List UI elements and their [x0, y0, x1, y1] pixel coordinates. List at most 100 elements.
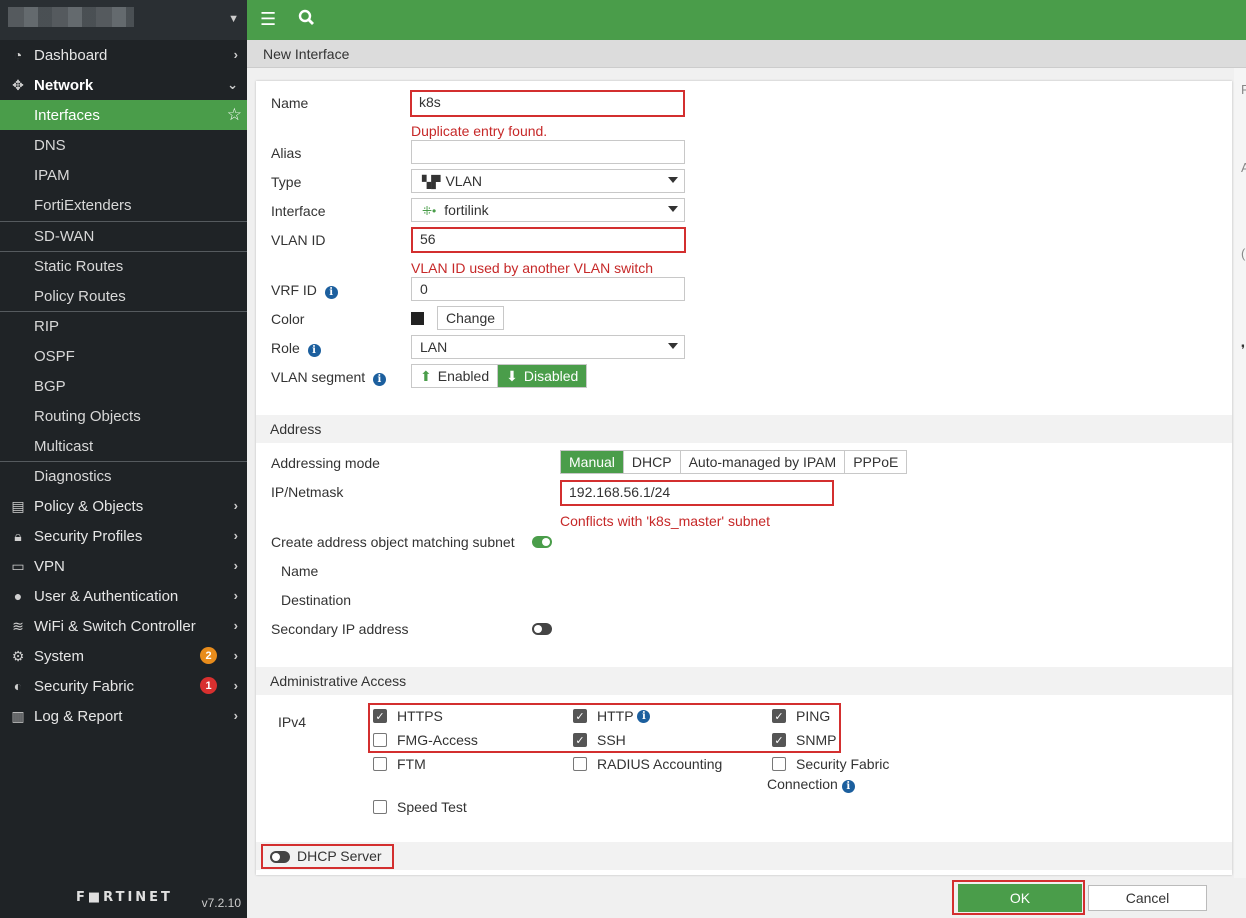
chevron-down-icon: ⌄ [227, 77, 238, 92]
mode-manual[interactable]: Manual [561, 451, 624, 473]
checkbox-checked-icon: ✓ [573, 709, 587, 723]
sidebar-item-user-auth[interactable]: ● User & Authentication › [0, 581, 247, 611]
sidebar-item-label: User & Authentication [34, 587, 179, 605]
sidebar-item-bgp[interactable]: BGP [0, 371, 247, 401]
sidebar: ▼ ◔ Dashboard › ✥ Network ⌄ Interfaces ☆… [0, 0, 247, 918]
sidebar-item-system[interactable]: ⚙ System 2 › [0, 641, 247, 671]
sidebar-item-vpn[interactable]: ▭ VPN › [0, 551, 247, 581]
info-icon[interactable]: i [372, 373, 386, 386]
checkbox-label: PING [796, 708, 831, 724]
sidebar-item-dns[interactable]: DNS [0, 130, 247, 160]
checkbox-speed-test[interactable]: Speed Test [373, 799, 467, 815]
checkbox-ftm[interactable]: FTM [373, 756, 426, 772]
checkbox-label: RADIUS Accounting [597, 756, 723, 772]
sidebar-item-diagnostics[interactable]: Diagnostics [0, 461, 247, 491]
sidebar-item-sdwan[interactable]: SD-WAN [0, 221, 247, 251]
star-icon[interactable]: ☆ [227, 105, 242, 125]
sidebar-item-routing-objects[interactable]: Routing Objects [0, 401, 247, 431]
search-icon[interactable] [298, 9, 315, 31]
sidebar-item-label: Multicast [34, 437, 94, 455]
dhcp-server-toggle[interactable] [270, 851, 290, 863]
checkbox-security-fabric[interactable]: Security Fabric [772, 756, 889, 772]
security-fabric-connection-label: Connection i [767, 776, 855, 793]
secondary-ip-toggle[interactable] [532, 623, 552, 635]
segment-enabled-label: Enabled [437, 368, 490, 384]
sidebar-item-ipam[interactable]: IPAM [0, 160, 247, 190]
checkbox-fmg-access[interactable]: FMG-Access [373, 732, 478, 748]
interface-value: fortilink [444, 202, 489, 218]
vlan-icon: ▚▛ [422, 175, 441, 189]
sidebar-item-policy-routes[interactable]: Policy Routes [0, 281, 247, 311]
address-name-label: Name [281, 563, 319, 579]
mode-ipam[interactable]: Auto-managed by IPAM [680, 451, 846, 473]
checkbox-radius[interactable]: RADIUS Accounting [573, 756, 722, 772]
checkbox-label: HTTPS [397, 708, 443, 724]
sidebar-item-fortiextenders[interactable]: FortiExtenders [0, 190, 247, 221]
addressing-mode-selector: Manual DHCP Auto-managed by IPAM PPPoE [560, 450, 908, 474]
checkbox-snmp[interactable]: ✓ SNMP [772, 732, 836, 748]
sidebar-item-label: Interfaces [34, 106, 100, 124]
color-label: Color [271, 311, 305, 327]
sidebar-item-label: RIP [34, 318, 60, 335]
vdom-selector[interactable]: ▼ [0, 0, 247, 40]
type-select[interactable]: ▚▛ VLAN [411, 169, 685, 193]
ip-netmask-field[interactable]: 192.168.56.1/24 [560, 480, 834, 506]
vlan-id-field[interactable]: 56 [411, 227, 686, 253]
arrow-down-circle-icon: ⬇ [506, 367, 518, 384]
alias-label: Alias [271, 145, 302, 161]
menu-icon[interactable]: ☰ [260, 9, 276, 30]
checkbox-ssh[interactable]: ✓ SSH [573, 732, 626, 748]
checkbox-checked-icon: ✓ [772, 733, 786, 747]
checkbox-checked-icon: ✓ [373, 709, 387, 723]
create-address-toggle[interactable] [532, 536, 552, 548]
name-field[interactable]: k8s [410, 90, 685, 117]
sidebar-item-security-fabric[interactable]: ◐ Security Fabric 1 › [0, 671, 247, 701]
vrf-id-field[interactable]: 0 [411, 277, 685, 301]
wifi-icon: ≋ [12, 617, 24, 634]
version-label: v7.2.10 [201, 896, 241, 910]
info-icon[interactable]: i [307, 344, 321, 357]
sidebar-item-ospf[interactable]: OSPF [0, 341, 247, 371]
interface-select[interactable]: ⁜• fortilink [411, 198, 685, 222]
top-bar: ☰ [247, 0, 1246, 40]
cancel-button[interactable]: Cancel [1088, 885, 1207, 911]
sidebar-item-network[interactable]: ✥ Network ⌄ [0, 70, 247, 100]
sidebar-item-static-routes[interactable]: Static Routes [0, 251, 247, 281]
user-icon: ● [13, 588, 23, 604]
sidebar-item-multicast[interactable]: Multicast [0, 431, 247, 461]
segment-enabled-button[interactable]: ⬆ Enabled [412, 365, 499, 387]
chevron-right-icon: › [233, 528, 238, 543]
checkbox-label: FTM [397, 756, 426, 772]
sidebar-item-label: SD-WAN [34, 228, 95, 245]
sidebar-item-security-profiles[interactable]: 🔒︎ Security Profiles › [0, 521, 247, 551]
alias-field[interactable] [411, 140, 685, 164]
sidebar-item-dashboard[interactable]: ◔ Dashboard › [0, 40, 247, 70]
sidebar-item-interfaces[interactable]: Interfaces ☆ [0, 100, 247, 130]
policy-icon: ▤ [11, 497, 25, 514]
vlan-id-error: VLAN ID used by another VLAN switch [411, 260, 654, 276]
sidebar-item-log-report[interactable]: ▥ Log & Report › [0, 701, 247, 731]
checkbox-checked-icon: ✓ [772, 709, 786, 723]
checkbox-label: Speed Test [397, 799, 467, 815]
info-icon[interactable]: i [637, 709, 651, 723]
mode-dhcp[interactable]: DHCP [623, 451, 681, 473]
sidebar-footer: F■RTINET v7.2.10 [0, 882, 247, 918]
laptop-icon: ▭ [11, 557, 25, 574]
sidebar-item-wifi-switch[interactable]: ≋ WiFi & Switch Controller › [0, 611, 247, 641]
info-icon[interactable]: i [841, 780, 855, 793]
interface-label: Interface [271, 203, 326, 219]
mode-pppoe[interactable]: PPPoE [845, 451, 907, 473]
info-icon[interactable]: i [324, 286, 338, 299]
side-panel-glyph: ❜ [1241, 342, 1246, 357]
checkbox-http[interactable]: ✓ HTTP i [573, 708, 651, 724]
ok-button[interactable]: OK [958, 884, 1082, 912]
sidebar-item-policy-objects[interactable]: ▤ Policy & Objects › [0, 491, 247, 521]
sidebar-item-rip[interactable]: RIP [0, 311, 247, 341]
role-select[interactable]: LAN [411, 335, 685, 359]
segment-disabled-button[interactable]: ⬇ Disabled [498, 365, 587, 387]
color-change-button[interactable]: Change [437, 306, 504, 330]
checkbox-https[interactable]: ✓ HTTPS [373, 708, 443, 724]
checkbox-ping[interactable]: ✓ PING [772, 708, 830, 724]
sidebar-item-label: DNS [34, 136, 66, 154]
checkbox-unchecked-icon [772, 757, 786, 771]
